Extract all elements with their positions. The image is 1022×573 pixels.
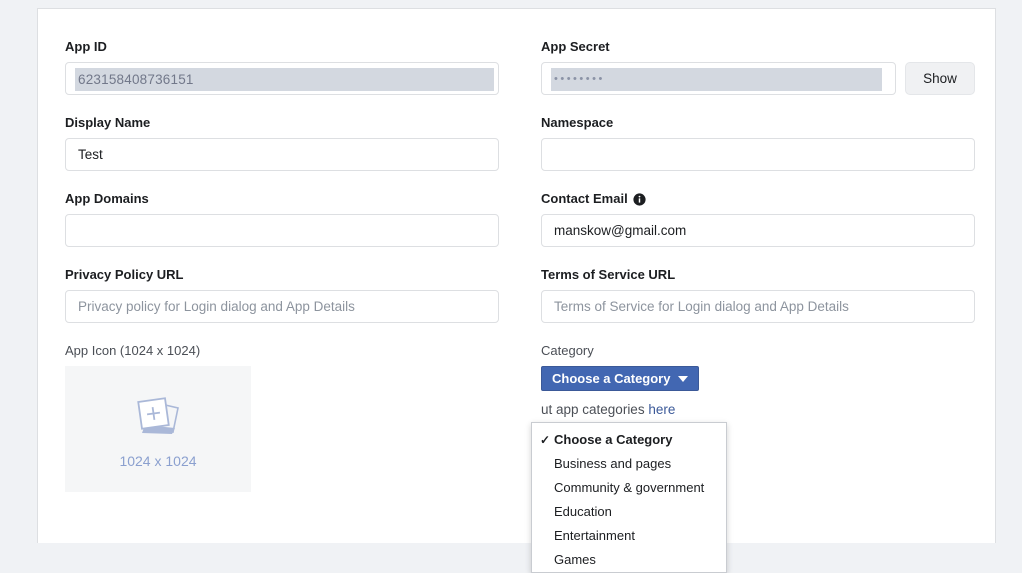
- display-name-label: Display Name: [65, 115, 151, 130]
- app-secret-value: ••••••••: [551, 68, 882, 91]
- form-row-domains-email: App Domains Contact Email: [65, 191, 975, 247]
- info-icon[interactable]: [633, 192, 646, 206]
- choose-category-button[interactable]: Choose a Category: [541, 366, 700, 391]
- menu-item-education[interactable]: Education: [532, 500, 726, 524]
- app-domains-label: App Domains: [65, 191, 149, 206]
- privacy-policy-url-input[interactable]: [65, 290, 499, 323]
- category-help-text-visible: ut app categories: [541, 402, 645, 417]
- contact-email-input[interactable]: [541, 214, 975, 247]
- terms-of-service-url-label: Terms of Service URL: [541, 267, 676, 282]
- menu-item-community-and-government[interactable]: Community & government: [532, 476, 726, 500]
- app-secret-label: App Secret: [541, 39, 610, 54]
- field-app-icon: App Icon (1024 x 1024) 1024 x 1024: [65, 343, 499, 492]
- menu-item-choose-a-category[interactable]: ✓ Choose a Category: [532, 428, 726, 452]
- app-domains-input[interactable]: [65, 214, 499, 247]
- terms-of-service-url-input[interactable]: [541, 290, 975, 323]
- check-icon: ✓: [540, 433, 551, 447]
- privacy-policy-url-label: Privacy Policy URL: [65, 267, 184, 282]
- display-name-input[interactable]: [65, 138, 499, 171]
- menu-item-games[interactable]: Games: [532, 548, 726, 572]
- menu-item-entertainment[interactable]: Entertainment: [532, 524, 726, 548]
- field-namespace: Namespace: [541, 115, 975, 171]
- menu-item-label: Business and pages: [554, 456, 672, 471]
- menu-item-label: Entertainment: [554, 528, 635, 543]
- menu-item-label: Education: [554, 504, 612, 519]
- app-icon-placeholder-caption: 1024 x 1024: [119, 452, 197, 469]
- app-icon-uploader[interactable]: 1024 x 1024: [65, 366, 251, 492]
- field-privacy-policy-url: Privacy Policy URL: [65, 267, 499, 323]
- app-secret-input[interactable]: ••••••••: [541, 62, 896, 95]
- category-label: Category: [541, 343, 594, 358]
- show-secret-button[interactable]: Show: [905, 62, 975, 95]
- field-app-domains: App Domains: [65, 191, 499, 247]
- field-app-secret: App Secret •••••••• Show: [541, 39, 975, 95]
- settings-form: App ID 623158408736151 App Secret ••••••…: [65, 39, 975, 512]
- chevron-down-icon: [678, 375, 689, 382]
- field-display-name: Display Name: [65, 115, 499, 171]
- app-settings-card: App ID 623158408736151 App Secret ••••••…: [37, 8, 996, 543]
- form-row-names: Display Name Namespace: [65, 115, 975, 171]
- form-row-credentials: App ID 623158408736151 App Secret ••••••…: [65, 39, 975, 95]
- app-icon-label: App Icon (1024 x 1024): [65, 343, 201, 358]
- category-help-text: ut app categories here: [541, 401, 975, 419]
- menu-item-label: Choose a Category: [554, 432, 673, 447]
- category-dropdown-menu[interactable]: ✓ Choose a Category Business and pages C…: [531, 422, 727, 573]
- category-help-link[interactable]: here: [648, 402, 675, 417]
- app-secret-row: •••••••• Show: [541, 62, 975, 95]
- field-app-id: App ID 623158408736151: [65, 39, 499, 95]
- menu-item-label: Community & government: [554, 480, 705, 495]
- menu-item-label: Games: [554, 552, 596, 567]
- app-id-label: App ID: [65, 39, 107, 54]
- add-photo-icon: [128, 390, 188, 445]
- choose-category-button-label: Choose a Category: [552, 371, 671, 386]
- namespace-input[interactable]: [541, 138, 975, 171]
- namespace-label: Namespace: [541, 115, 614, 130]
- menu-item-business-and-pages[interactable]: Business and pages: [532, 452, 726, 476]
- app-id-input[interactable]: 623158408736151: [65, 62, 499, 95]
- field-contact-email: Contact Email: [541, 191, 975, 247]
- app-id-value: 623158408736151: [75, 68, 494, 91]
- field-terms-of-service-url: Terms of Service URL: [541, 267, 975, 323]
- contact-email-label: Contact Email: [541, 191, 975, 207]
- form-row-icon-category: App Icon (1024 x 1024) 1024 x 1024 Categ…: [65, 343, 975, 492]
- contact-email-label-text: Contact Email: [541, 191, 628, 206]
- app-secret-field: ••••••••: [541, 62, 896, 95]
- form-row-urls: Privacy Policy URL Terms of Service URL: [65, 267, 975, 323]
